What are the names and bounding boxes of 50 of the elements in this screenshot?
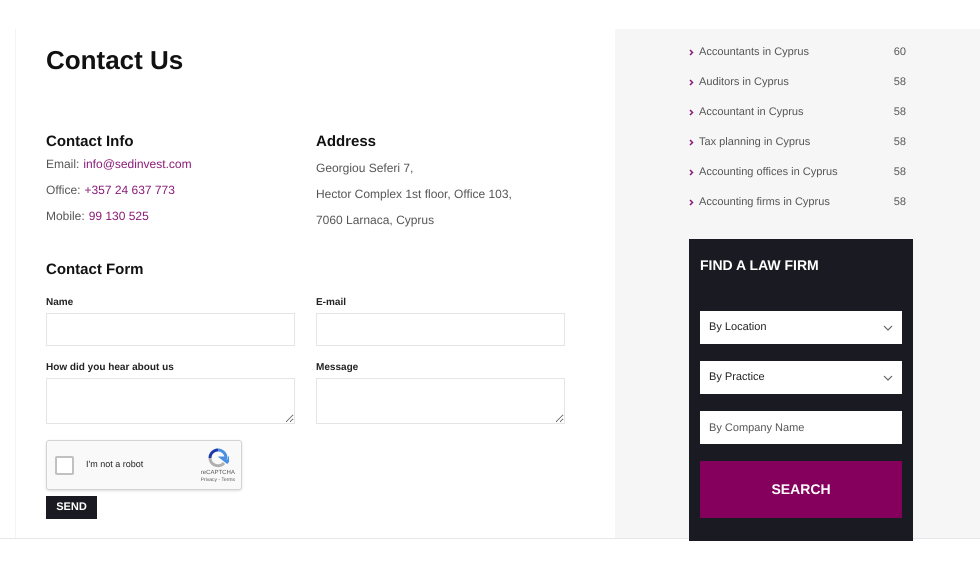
- checkbox-label: I'm not a robot: [86, 458, 144, 472]
- section-heading: Address: [316, 132, 376, 151]
- category-count: 58: [894, 74, 906, 90]
- contact-link[interactable]: info@sedinvest.com: [83, 155, 192, 173]
- chevron-icon: [689, 108, 694, 116]
- address-line: Georgiou Seferi 7,: [316, 160, 414, 177]
- page-title: Contact Us: [46, 44, 184, 77]
- category-count: 60: [894, 44, 906, 60]
- category-count: 58: [894, 104, 906, 120]
- category-link[interactable]: Auditors in Cyprus: [699, 74, 789, 90]
- checkbox[interactable]: [55, 456, 74, 474]
- field-label: Name: [46, 296, 74, 309]
- text-area[interactable]: [316, 378, 565, 424]
- contact-link[interactable]: +357 24 637 773: [84, 181, 175, 199]
- category-count: 58: [894, 134, 906, 150]
- field-label: E-mail: [316, 296, 346, 309]
- input-field[interactable]: [46, 313, 295, 346]
- send-button[interactable]: SEND: [46, 496, 97, 519]
- field-label: Office:: [46, 182, 80, 199]
- text-area[interactable]: [46, 378, 295, 424]
- chevron-icon: [689, 48, 694, 56]
- address-line: Hector Complex 1st floor, Office 103,: [316, 186, 512, 203]
- field-label: Message: [316, 361, 358, 374]
- category-link[interactable]: Accountant in Cyprus: [699, 104, 804, 120]
- category-link[interactable]: Tax planning in Cyprus: [699, 134, 810, 150]
- recaptcha-icon: [206, 446, 229, 468]
- section-heading: Contact Info: [46, 132, 134, 151]
- chevron-down-icon: [883, 374, 893, 380]
- category-count: 58: [894, 164, 906, 180]
- chevron-icon: [689, 138, 694, 146]
- field-label: Email:: [46, 156, 80, 173]
- finder-title: FIND A LAW FIRM: [700, 256, 819, 273]
- contact-link[interactable]: 99 130 525: [88, 207, 149, 225]
- search-field[interactable]: By Company Name: [700, 411, 902, 444]
- category-link[interactable]: Accountants in Cyprus: [699, 44, 810, 60]
- category-link[interactable]: Accounting offices in Cyprus: [699, 164, 838, 180]
- section-heading: Contact Form: [46, 260, 144, 279]
- field-label: Mobile:: [46, 208, 85, 225]
- chevron-down-icon: [883, 324, 893, 330]
- chevron-icon: [689, 198, 694, 206]
- search-button[interactable]: SEARCH: [700, 461, 902, 518]
- dropdown[interactable]: By Practice: [700, 361, 902, 394]
- chevron-icon: [689, 78, 694, 86]
- address-line: 7060 Larnaca, Cyprus: [316, 212, 434, 229]
- field-label: How did you hear about us: [46, 361, 174, 374]
- dropdown[interactable]: By Location: [700, 311, 902, 344]
- category-link[interactable]: Accounting firms in Cyprus: [699, 194, 830, 210]
- chevron-icon: [689, 168, 694, 176]
- input-field[interactable]: [316, 313, 565, 346]
- category-count: 58: [894, 194, 906, 210]
